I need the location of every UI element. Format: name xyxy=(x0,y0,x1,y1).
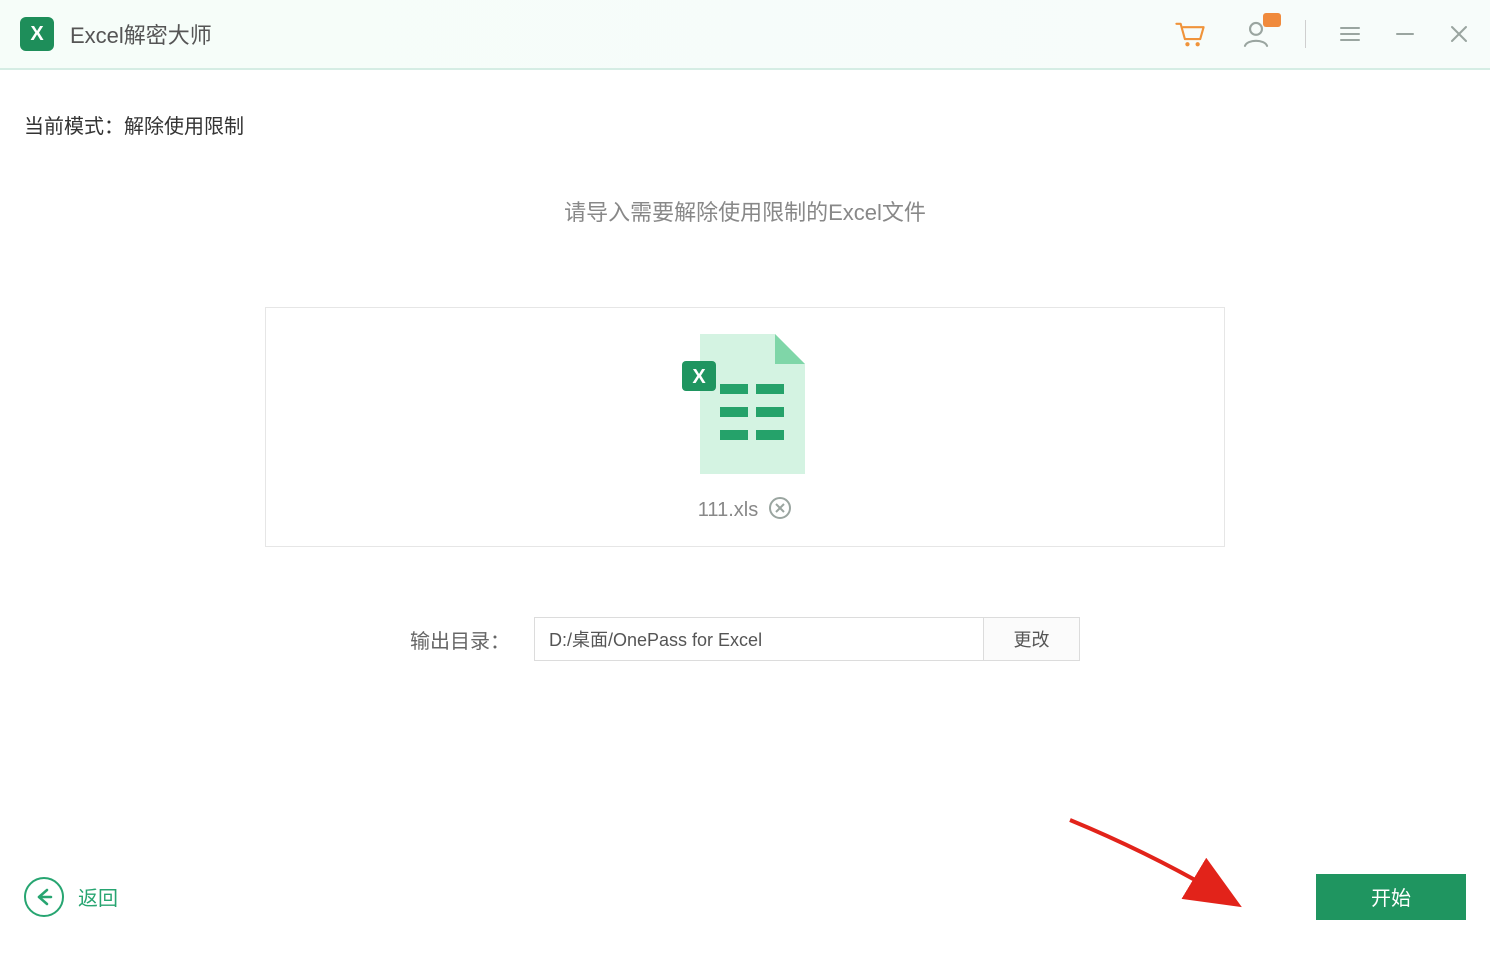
change-output-button[interactable]: 更改 xyxy=(984,617,1080,661)
separator xyxy=(1305,20,1306,48)
menu-icon[interactable] xyxy=(1338,22,1362,46)
mode-value: 解除使用限制 xyxy=(124,116,244,138)
titlebar: X Excel解密大师 xyxy=(0,0,1490,70)
svg-text:X: X xyxy=(692,366,706,388)
user-icon[interactable] xyxy=(1239,17,1273,51)
app-icon: X xyxy=(20,17,54,51)
close-icon[interactable] xyxy=(1448,23,1470,45)
start-button[interactable]: 开始 xyxy=(1316,874,1466,920)
file-dropzone[interactable]: X 111.xls xyxy=(265,307,1225,547)
minimize-icon[interactable] xyxy=(1394,23,1416,45)
mode-line: 当前模式：解除使用限制 xyxy=(24,110,1466,139)
cart-icon[interactable] xyxy=(1173,17,1207,51)
back-arrow-icon xyxy=(24,877,64,917)
output-path-input[interactable] xyxy=(534,617,984,661)
output-label: 输出目录： xyxy=(410,625,510,654)
back-button[interactable]: 返回 xyxy=(24,877,118,917)
file-name: 111.xls xyxy=(698,499,758,522)
mode-prefix: 当前模式： xyxy=(24,116,124,138)
instruction-text: 请导入需要解除使用限制的Excel文件 xyxy=(24,195,1466,227)
excel-file-icon: X xyxy=(680,329,810,484)
remove-file-button[interactable] xyxy=(768,496,792,525)
back-label: 返回 xyxy=(78,882,118,911)
app-title: Excel解密大师 xyxy=(70,18,212,50)
